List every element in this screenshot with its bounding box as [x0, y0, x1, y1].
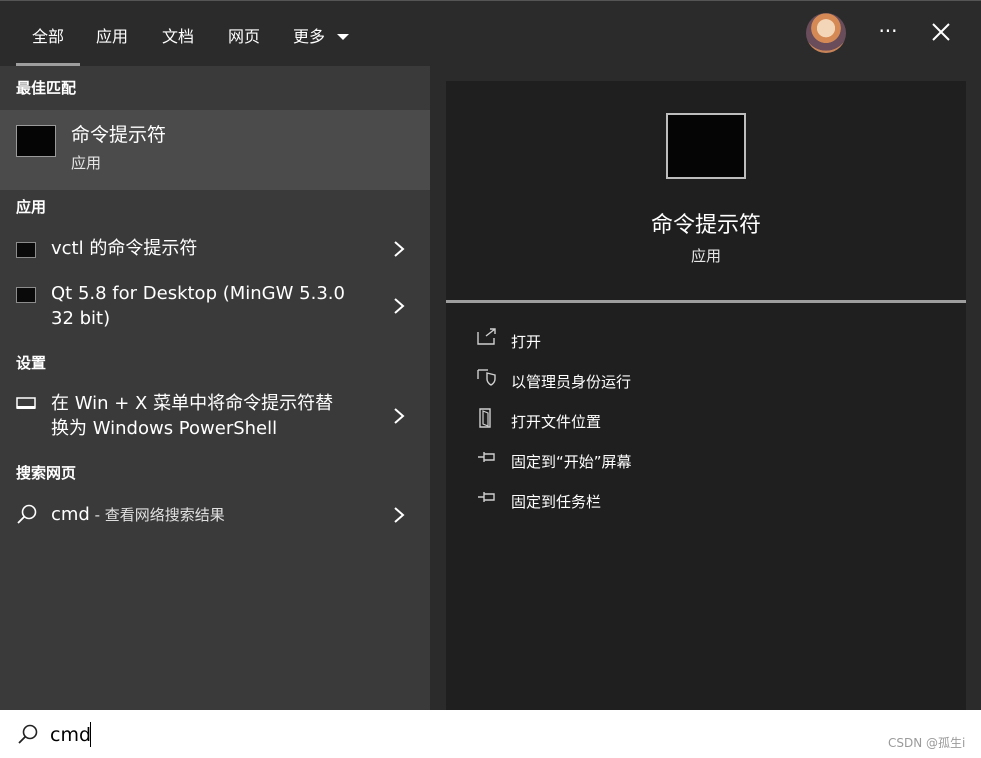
search-bar: CSDN @孤生i [0, 710, 981, 758]
apps-header: 应用 [16, 198, 47, 216]
pin-icon [478, 492, 495, 502]
web-search-suffix: - 查看网络搜索结果 [89, 506, 225, 524]
tab-web[interactable]: 网页 [228, 23, 260, 47]
preview-panel: 命令提示符 应用 打开 以管理员身份运行 打开文件位置 固定到“开始”屏幕 固定… [446, 81, 966, 710]
tab-documents[interactable]: 文档 [162, 23, 194, 47]
command-prompt-icon [666, 113, 746, 179]
avatar[interactable] [806, 13, 846, 53]
close-icon [932, 23, 950, 41]
chevron-right-icon [394, 408, 405, 424]
shield-icon [477, 369, 496, 386]
watermark: CSDN @孤生i [888, 736, 966, 750]
more-options-button[interactable]: ··· [874, 17, 902, 45]
close-button[interactable] [926, 15, 956, 47]
best-match-title: 命令提示符 [71, 124, 167, 146]
results-panel: 最佳匹配 命令提示符 应用 应用 vctl 的命令提示符 Qt 5.8 for … [0, 66, 430, 710]
web-search-label: cmd - 查看网络搜索结果 [51, 502, 225, 528]
action-run-as-admin[interactable]: 以管理员身份运行 [476, 367, 876, 393]
app-item-label-line1: Qt 5.8 for Desktop (MinGW 5.3.0 [51, 283, 345, 304]
chevron-down-icon [337, 34, 350, 40]
preview-divider [446, 300, 966, 303]
action-open-file-location[interactable]: 打开文件位置 [476, 407, 876, 433]
action-open-file-location-label: 打开文件位置 [511, 413, 602, 431]
action-open[interactable]: 打开 [476, 327, 876, 353]
chevron-right-icon [394, 507, 405, 523]
web-search-header: 搜索网页 [16, 464, 77, 482]
preview-subtitle: 应用 [690, 247, 721, 265]
search-icon [17, 504, 37, 524]
preview-title: 命令提示符 [650, 213, 761, 238]
chevron-right-icon [394, 241, 405, 257]
tab-more[interactable]: 更多 [293, 23, 350, 47]
command-prompt-icon [16, 287, 36, 303]
best-match-subtitle: 应用 [71, 154, 102, 172]
tab-apps[interactable]: 应用 [96, 23, 128, 47]
app-item-label-line2: 32 bit) [51, 308, 111, 329]
app-item-label: vctl 的命令提示符 [51, 238, 198, 259]
action-run-as-admin-label: 以管理员身份运行 [511, 373, 632, 391]
web-search-query: cmd [51, 504, 90, 525]
settings-item-replace-cmd[interactable]: 在 Win + X 菜单中将命令提示符替 换为 Windows PowerShe… [0, 388, 430, 444]
action-open-label: 打开 [511, 333, 542, 351]
chevron-right-icon [394, 298, 405, 314]
best-match-item[interactable]: 命令提示符 应用 [0, 110, 430, 190]
text-cursor [90, 722, 91, 747]
web-search-item[interactable]: cmd - 查看网络搜索结果 [0, 498, 430, 534]
tab-more-label: 更多 [293, 27, 326, 46]
tab-all[interactable]: 全部 [32, 23, 64, 47]
action-pin-to-taskbar[interactable]: 固定到任务栏 [476, 487, 876, 513]
file-location-icon [479, 408, 491, 428]
pin-icon [478, 452, 495, 462]
settings-item-label-line2: 换为 Windows PowerShell [51, 418, 278, 439]
settings-item-label-line1: 在 Win + X 菜单中将命令提示符替 [51, 393, 334, 414]
top-bar: 全部 应用 文档 网页 更多 ··· [0, 0, 981, 67]
command-prompt-icon [16, 242, 36, 258]
search-icon [18, 724, 38, 744]
open-icon [477, 328, 496, 345]
action-pin-to-start-label: 固定到“开始”屏幕 [511, 453, 632, 471]
app-item-qt-desktop[interactable]: Qt 5.8 for Desktop (MinGW 5.3.0 32 bit) [0, 278, 430, 334]
settings-header: 设置 [16, 354, 47, 372]
settings-display-icon [16, 397, 36, 409]
command-prompt-icon [16, 125, 56, 157]
app-item-vctl-cmd[interactable]: vctl 的命令提示符 [0, 230, 430, 270]
search-input[interactable] [50, 720, 750, 750]
action-pin-to-start[interactable]: 固定到“开始”屏幕 [476, 447, 876, 473]
best-match-header: 最佳匹配 [16, 79, 77, 97]
action-pin-to-taskbar-label: 固定到任务栏 [511, 493, 602, 511]
